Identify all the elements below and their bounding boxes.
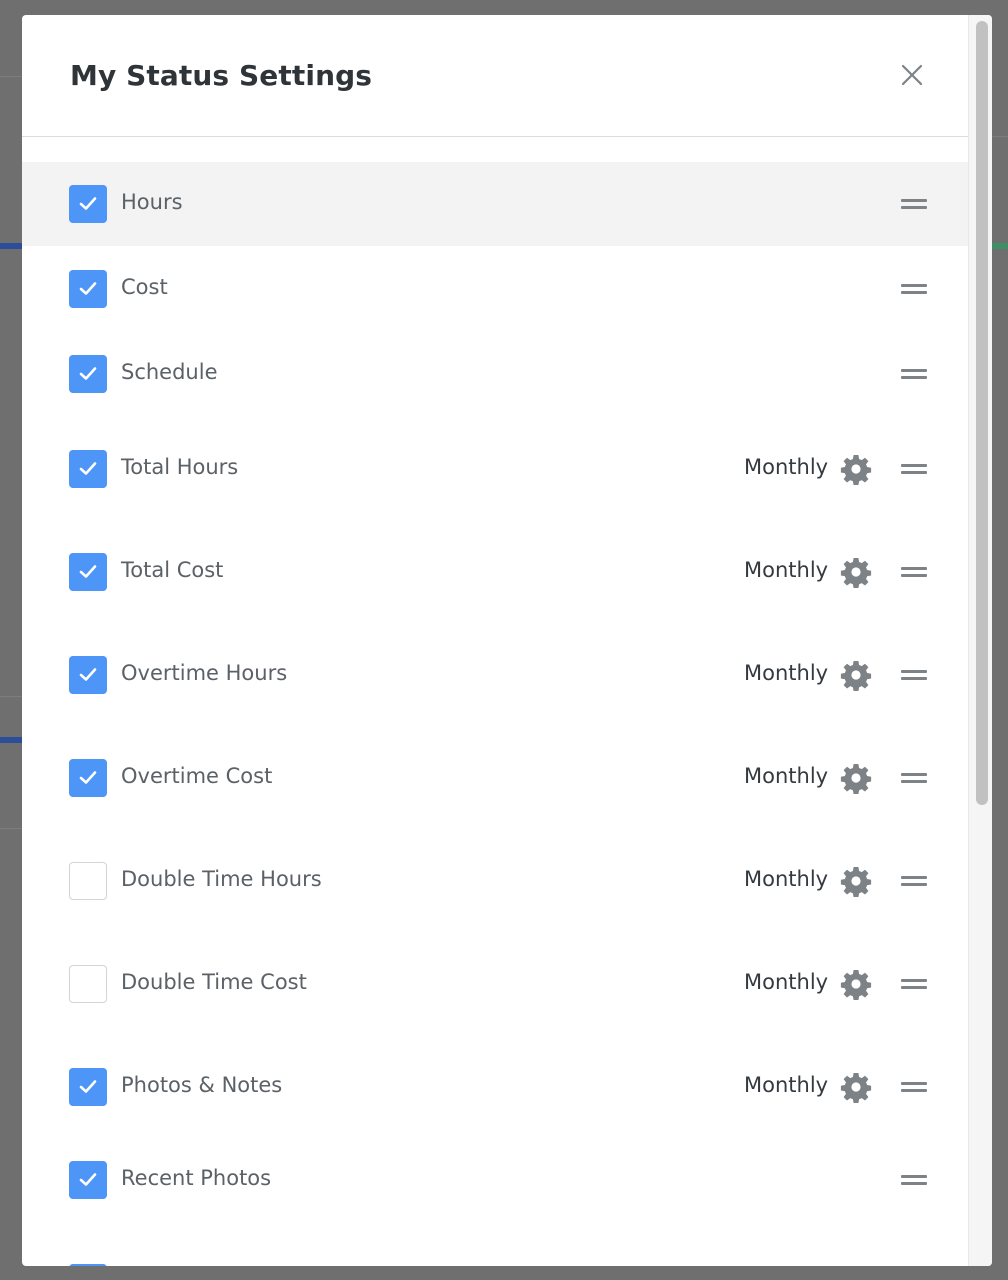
status-item-row[interactable]: Photos & Notes Monthly — [22, 1035, 968, 1138]
drag-handle-icon[interactable] — [901, 669, 927, 681]
status-item-checkbox[interactable] — [69, 655, 107, 694]
status-item-checkbox[interactable] — [69, 861, 107, 900]
modal-scrollbar[interactable] — [968, 15, 992, 1266]
frequency-label: Monthly — [744, 454, 829, 479]
background-accent-bar — [992, 243, 1008, 249]
status-item-label: Overtime Hours — [121, 660, 288, 685]
background-divider — [0, 76, 22, 77]
status-item-row[interactable]: Double Time Cost Monthly — [22, 932, 968, 1035]
status-item-row[interactable]: Schedule — [22, 332, 968, 416]
status-item-checkbox[interactable] — [69, 758, 107, 797]
checkmark-icon — [79, 367, 97, 380]
checkmark-icon — [79, 282, 97, 295]
checkmark-icon — [79, 1173, 97, 1186]
background-divider — [0, 696, 22, 697]
status-item-checkbox[interactable] — [69, 1067, 107, 1106]
gear-icon[interactable] — [840, 1071, 872, 1103]
checkmark-icon — [79, 667, 97, 681]
status-item-row[interactable]: Double Time Hours Monthly — [22, 829, 968, 932]
drag-handle-icon[interactable] — [901, 1081, 927, 1093]
status-item-checkbox[interactable] — [69, 964, 107, 1003]
status-item-row[interactable]: Total Cost Monthly — [22, 520, 968, 623]
status-item-label: Total Hours — [121, 454, 239, 479]
status-item-label: Cost — [121, 275, 168, 299]
drag-handle-icon[interactable] — [901, 978, 927, 990]
status-item-checkbox[interactable] — [69, 552, 107, 591]
background-accent-bar — [0, 737, 22, 743]
background-divider — [0, 828, 22, 829]
frequency-label: Monthly — [744, 866, 829, 891]
status-item-label: Hours — [121, 190, 183, 214]
frequency-label: Monthly — [744, 660, 829, 685]
status-items-list: Hours Cost Schedule Total Hours Monthly Total… — [22, 15, 968, 1266]
status-item-label: Total Cost — [121, 557, 224, 582]
drag-handle-icon[interactable] — [901, 566, 927, 578]
status-item-row[interactable]: Overtime Hours Monthly — [22, 623, 968, 726]
drag-handle-icon[interactable] — [901, 875, 927, 887]
gear-icon[interactable] — [840, 762, 872, 794]
status-settings-modal: My Status Settings Hours Cost Schedule Tota… — [22, 15, 992, 1266]
drag-handle-icon[interactable] — [901, 772, 927, 784]
checkmark-icon — [79, 770, 97, 784]
gear-icon[interactable] — [840, 453, 872, 485]
status-item-row[interactable]: Total Hours Monthly — [22, 417, 968, 520]
status-item-row[interactable]: Recent Photos — [22, 1138, 968, 1222]
drag-handle-icon[interactable] — [901, 1174, 927, 1186]
drag-handle-icon[interactable] — [901, 283, 927, 295]
status-item-checkbox[interactable] — [69, 1161, 107, 1199]
background-divider — [992, 136, 1008, 137]
checkmark-icon — [79, 461, 97, 475]
frequency-label: Monthly — [744, 969, 829, 994]
background-accent-bar — [0, 243, 22, 249]
gear-icon[interactable] — [840, 968, 872, 1000]
status-item-checkbox[interactable] — [69, 185, 107, 223]
status-item-row[interactable]: Monthly — [22, 1241, 968, 1266]
drag-handle-icon[interactable] — [901, 368, 927, 380]
gear-icon[interactable] — [840, 659, 872, 691]
status-item-checkbox[interactable] — [69, 449, 107, 488]
status-item-label: Double Time Cost — [121, 969, 307, 994]
drag-handle-icon[interactable] — [901, 198, 927, 210]
checkmark-icon — [79, 1079, 97, 1093]
status-item-checkbox[interactable] — [69, 270, 107, 308]
status-item-label: Overtime Cost — [121, 763, 273, 788]
drag-handle-icon[interactable] — [901, 463, 927, 475]
status-item-label: Schedule — [121, 360, 218, 384]
frequency-label: Monthly — [744, 557, 829, 582]
status-item-row[interactable]: Overtime Cost Monthly — [22, 726, 968, 829]
checkmark-icon — [79, 564, 97, 578]
scrollbar-thumb[interactable] — [976, 21, 988, 805]
status-item-label: Photos & Notes — [121, 1072, 283, 1097]
gear-icon[interactable] — [840, 865, 872, 897]
checkmark-icon — [79, 197, 97, 210]
frequency-label: Monthly — [744, 1072, 829, 1097]
status-item-row[interactable]: Cost — [22, 247, 968, 331]
gear-icon[interactable] — [840, 556, 872, 588]
status-item-row[interactable]: Hours — [22, 162, 968, 246]
status-item-checkbox[interactable] — [69, 355, 107, 393]
status-item-label: Double Time Hours — [121, 866, 322, 891]
frequency-label: Monthly — [744, 763, 829, 788]
status-item-checkbox[interactable] — [69, 1264, 107, 1266]
status-item-label: Recent Photos — [121, 1166, 272, 1190]
